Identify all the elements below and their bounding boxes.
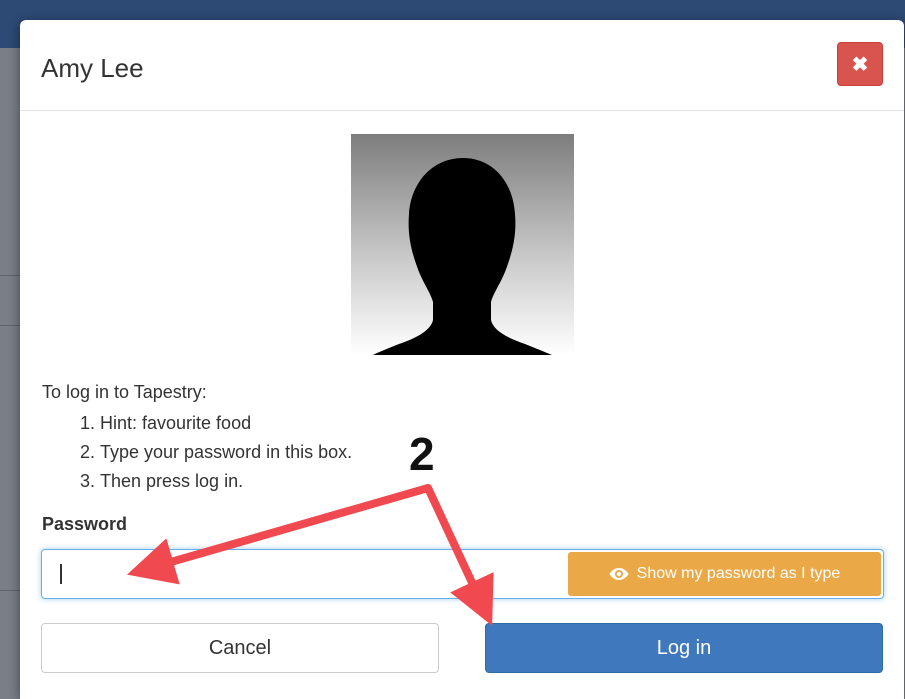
modal-title: Amy Lee (41, 53, 144, 83)
person-silhouette-icon (351, 134, 574, 355)
close-icon: ✖ (851, 53, 869, 76)
login-modal: Amy Lee ✖ To log in to Tapestry: Hint: f… (20, 20, 904, 699)
instruction-step: Then press log in. (100, 467, 352, 496)
show-password-label: Show my password as I type (636, 565, 841, 582)
show-password-button[interactable]: Show my password as I type (568, 552, 881, 596)
password-input[interactable] (42, 550, 566, 598)
login-button[interactable]: Log in (485, 623, 883, 673)
background-divider (0, 275, 22, 276)
close-button[interactable]: ✖ (837, 42, 883, 86)
modal-header: Amy Lee ✖ (20, 20, 904, 111)
instruction-step: Type your password in this box. (100, 438, 352, 467)
annotation-number: 2 (409, 428, 435, 480)
instructions-steps: Hint: favourite food Type your password … (42, 409, 352, 496)
text-caret (60, 564, 62, 584)
instruction-step: Hint: favourite food (100, 409, 352, 438)
password-label: Password (42, 514, 128, 534)
background-divider (0, 325, 22, 326)
cancel-button[interactable]: Cancel (41, 623, 439, 673)
eye-icon (609, 568, 629, 580)
password-group: Show my password as I type (41, 549, 884, 599)
instructions-heading: To log in to Tapestry: (42, 382, 207, 402)
login-instructions: To log in to Tapestry: Hint: favourite f… (42, 382, 352, 496)
background-divider (0, 590, 22, 591)
